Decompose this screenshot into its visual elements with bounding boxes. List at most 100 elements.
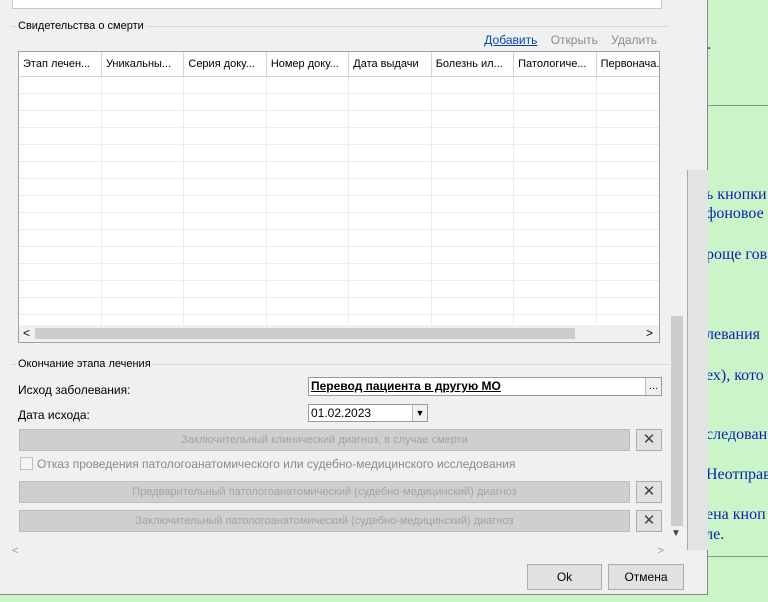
- final-clinical-diagnosis-button[interactable]: Заключительный клинический диагноз, в сл…: [19, 429, 630, 451]
- table-cell[interactable]: [431, 263, 515, 281]
- table-cell[interactable]: [183, 280, 267, 298]
- table-cell[interactable]: [348, 195, 432, 213]
- table-cell[interactable]: [101, 229, 185, 247]
- table-cell[interactable]: [513, 178, 597, 196]
- table-row[interactable]: [19, 246, 659, 264]
- column-header[interactable]: Уникальны...: [101, 52, 185, 77]
- table-cell[interactable]: [348, 93, 432, 111]
- add-link[interactable]: Добавить: [484, 33, 537, 47]
- table-cell[interactable]: [266, 212, 350, 230]
- table-cell[interactable]: [183, 297, 267, 315]
- table-cell[interactable]: [266, 144, 350, 162]
- table-cell[interactable]: [431, 246, 515, 264]
- table-cell[interactable]: [596, 297, 659, 315]
- table-cell[interactable]: [101, 297, 185, 315]
- table-cell[interactable]: [266, 178, 350, 196]
- table-cell[interactable]: [19, 229, 102, 247]
- open-link[interactable]: Открыть: [551, 33, 598, 47]
- table-row[interactable]: [19, 110, 659, 128]
- table-cell[interactable]: [513, 76, 597, 94]
- table-cell[interactable]: [596, 127, 659, 145]
- table-cell[interactable]: [348, 263, 432, 281]
- table-cell[interactable]: [513, 195, 597, 213]
- dialog-horizontal-scrollbar[interactable]: < >: [8, 545, 668, 559]
- table-cell[interactable]: [513, 263, 597, 281]
- table-cell[interactable]: [596, 178, 659, 196]
- table-cell[interactable]: [596, 212, 659, 230]
- table-cell[interactable]: [19, 144, 102, 162]
- scroll-left-arrow-icon[interactable]: <: [12, 545, 18, 557]
- clear-final-diagnosis-button[interactable]: ✕: [636, 429, 662, 451]
- scroll-right-arrow-icon[interactable]: >: [658, 545, 664, 557]
- table-cell[interactable]: [183, 178, 267, 196]
- table-cell[interactable]: [348, 110, 432, 128]
- table-cell[interactable]: [183, 76, 267, 94]
- table-cell[interactable]: [19, 93, 102, 111]
- table-cell[interactable]: [183, 263, 267, 281]
- table-cell[interactable]: [431, 195, 515, 213]
- table-cell[interactable]: [266, 246, 350, 264]
- table-cell[interactable]: [431, 93, 515, 111]
- outcome-field[interactable]: Перевод пациента в другую МО …: [308, 377, 662, 396]
- table-cell[interactable]: [431, 110, 515, 128]
- table-cell[interactable]: [348, 246, 432, 264]
- table-cell[interactable]: [183, 161, 267, 179]
- table-cell[interactable]: [266, 161, 350, 179]
- grid-scroll-thumb[interactable]: [35, 328, 575, 339]
- table-row[interactable]: [19, 93, 659, 111]
- table-cell[interactable]: [348, 280, 432, 298]
- table-row[interactable]: [19, 229, 659, 247]
- table-row[interactable]: [19, 280, 659, 298]
- column-header[interactable]: Этап лечен...: [19, 52, 102, 77]
- table-cell[interactable]: [101, 178, 185, 196]
- column-header[interactable]: Серия доку...: [183, 52, 267, 77]
- table-cell[interactable]: [101, 144, 185, 162]
- table-cell[interactable]: [348, 161, 432, 179]
- table-cell[interactable]: [183, 93, 267, 111]
- table-cell[interactable]: [183, 110, 267, 128]
- table-cell[interactable]: [513, 246, 597, 264]
- table-cell[interactable]: [266, 263, 350, 281]
- table-cell[interactable]: [183, 246, 267, 264]
- ok-button[interactable]: Ok: [527, 564, 602, 590]
- table-cell[interactable]: [513, 127, 597, 145]
- vertical-scrollbar[interactable]: ▼: [668, 0, 686, 545]
- grid-horizontal-scrollbar[interactable]: < >: [19, 325, 659, 342]
- table-row[interactable]: [19, 195, 659, 213]
- table-cell[interactable]: [431, 280, 515, 298]
- table-cell[interactable]: [596, 246, 659, 264]
- table-cell[interactable]: [266, 110, 350, 128]
- table-cell[interactable]: [596, 93, 659, 111]
- table-row[interactable]: [19, 144, 659, 162]
- table-cell[interactable]: [431, 212, 515, 230]
- table-cell[interactable]: [596, 144, 659, 162]
- refusal-checkbox-row[interactable]: Отказ проведения патологоанатомического …: [20, 457, 515, 471]
- table-cell[interactable]: [513, 144, 597, 162]
- table-cell[interactable]: [348, 144, 432, 162]
- scroll-left-arrow-icon[interactable]: <: [23, 326, 30, 340]
- table-cell[interactable]: [19, 212, 102, 230]
- table-cell[interactable]: [596, 76, 659, 94]
- table-cell[interactable]: [513, 93, 597, 111]
- table-cell[interactable]: [266, 229, 350, 247]
- table-cell[interactable]: [348, 229, 432, 247]
- table-cell[interactable]: [348, 127, 432, 145]
- death-certificates-grid[interactable]: Этап лечен... Уникальны... Серия доку...…: [18, 51, 660, 343]
- cancel-button[interactable]: Отмена: [608, 564, 684, 590]
- scroll-down-arrow-icon[interactable]: ▼: [671, 528, 681, 539]
- column-header[interactable]: Болезнь ил...: [431, 52, 515, 77]
- table-row[interactable]: [19, 76, 659, 94]
- table-cell[interactable]: [513, 229, 597, 247]
- table-cell[interactable]: [183, 195, 267, 213]
- column-header[interactable]: Первонача...: [596, 52, 659, 77]
- table-cell[interactable]: [183, 229, 267, 247]
- table-cell[interactable]: [19, 195, 102, 213]
- table-cell[interactable]: [431, 178, 515, 196]
- table-cell[interactable]: [19, 246, 102, 264]
- table-cell[interactable]: [596, 280, 659, 298]
- table-cell[interactable]: [348, 76, 432, 94]
- table-cell[interactable]: [513, 110, 597, 128]
- table-cell[interactable]: [19, 280, 102, 298]
- table-cell[interactable]: [19, 161, 102, 179]
- table-cell[interactable]: [513, 297, 597, 315]
